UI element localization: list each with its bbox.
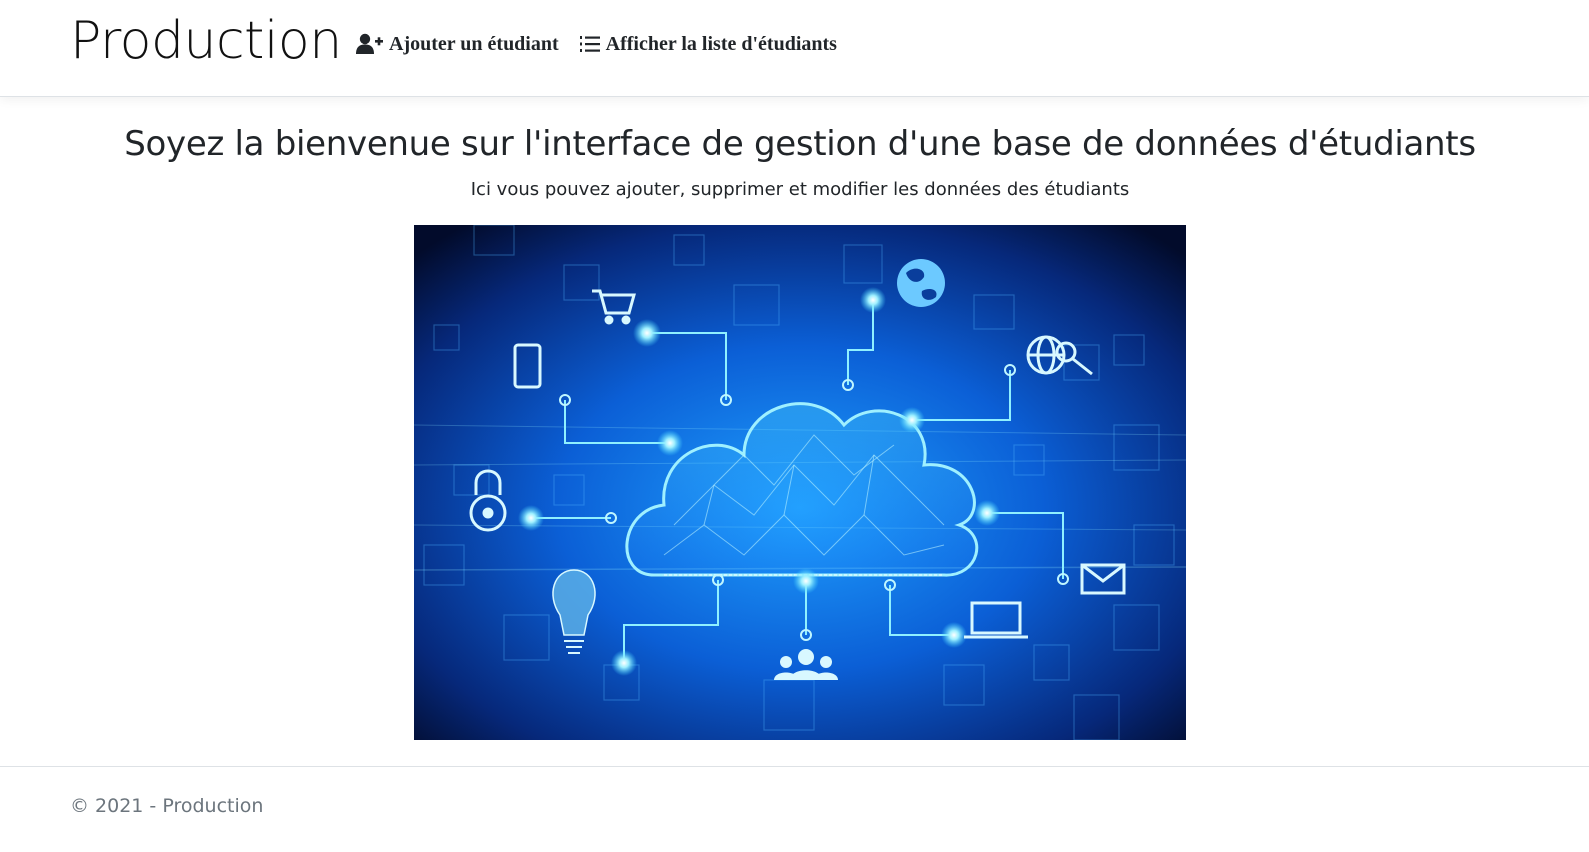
main-nav: Ajouter un étudiant Afficher la liste d'… <box>356 31 837 57</box>
page-footer: © 2021 - Production <box>0 766 1589 852</box>
footer-copyright: © 2021 - Production <box>70 795 264 817</box>
user-plus-icon <box>356 33 384 55</box>
brand-link[interactable]: Production <box>70 10 342 72</box>
nav-student-list-label: Afficher la liste d'étudiants <box>605 33 837 55</box>
nav-add-student[interactable]: Ajouter un étudiant <box>356 31 559 57</box>
top-navbar: Production Ajouter un étudiant Afficher … <box>0 0 1589 97</box>
nav-student-list[interactable]: Afficher la liste d'étudiants <box>579 31 837 57</box>
list-ol-icon <box>579 33 601 55</box>
welcome-subtitle: Ici vous pouvez ajouter, supprimer et mo… <box>470 179 1130 200</box>
welcome-title: Soyez la bienvenue sur l'interface de ge… <box>124 124 1476 164</box>
nav-add-student-label: Ajouter un étudiant <box>389 33 559 55</box>
hero-cloud-network-image <box>414 225 1186 740</box>
